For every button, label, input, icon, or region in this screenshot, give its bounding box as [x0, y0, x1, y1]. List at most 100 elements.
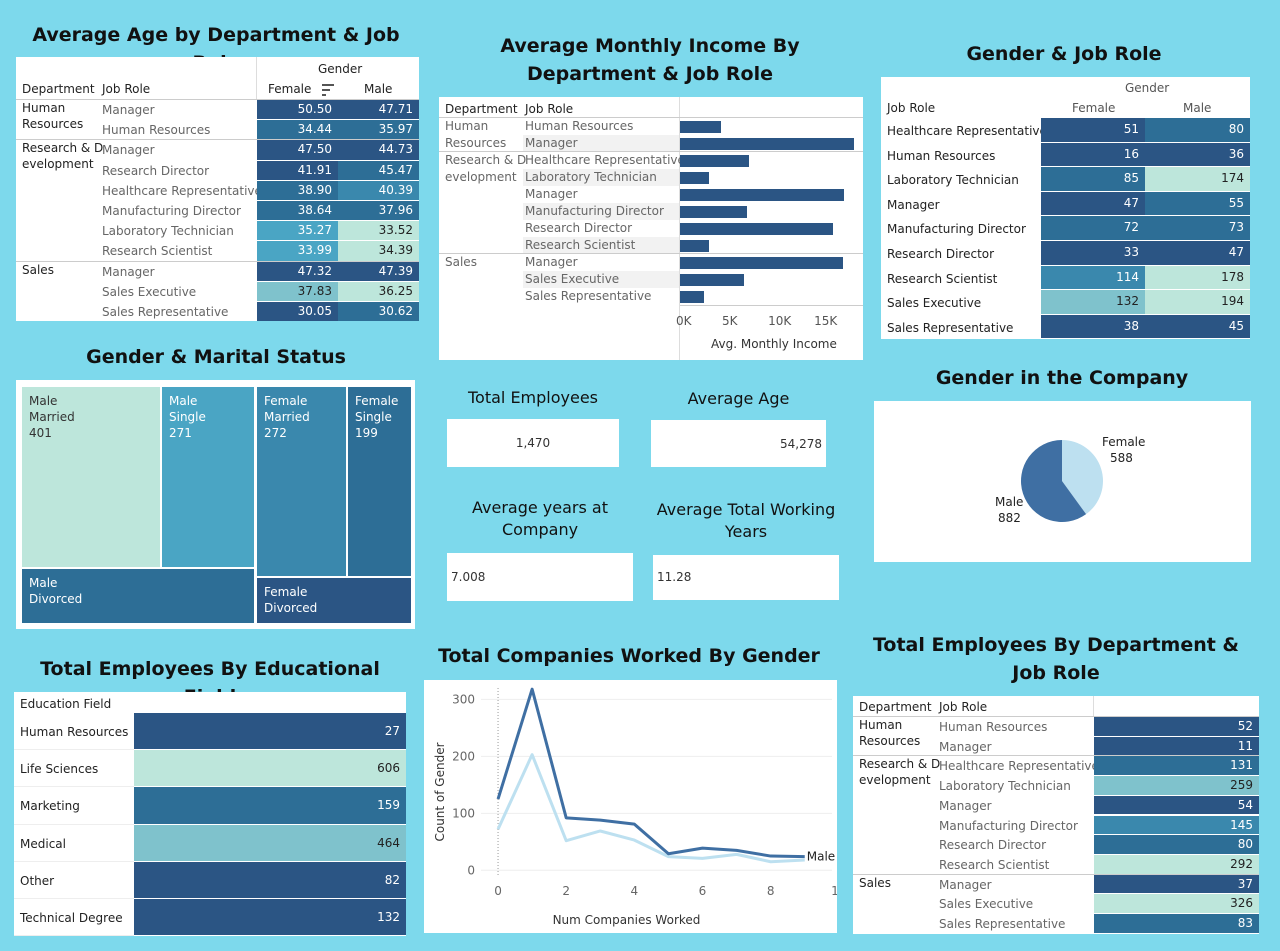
gr-jobrole-label: Manager — [887, 197, 940, 212]
gr-jobrole-label: Healthcare Representative — [887, 124, 1047, 138]
income-department-label: evelopment — [445, 170, 517, 184]
age-male-cell: 47.71 — [338, 100, 419, 120]
dt-header-divider — [1093, 696, 1094, 716]
dt-jobrole-label: Manager — [939, 877, 992, 892]
income-group-divider — [439, 253, 863, 254]
income-jobrole-label: Manager — [525, 136, 578, 150]
tile-status-label: Single — [355, 410, 392, 424]
gr-female-cell: 114 — [1041, 265, 1145, 290]
income-jobrole-label: Research Scientist — [525, 238, 636, 252]
income-group-divider — [439, 151, 863, 152]
age-male-cell: 34.39 — [338, 241, 419, 261]
kpi-avg-years-value: 7.008 — [447, 553, 633, 601]
age-male-cell: 44.73 — [338, 140, 419, 160]
dt-value-cell: 292 — [1094, 854, 1259, 874]
age-female-cell: 50.50 — [257, 100, 338, 120]
kpi-average-age-value: 54,278 — [651, 420, 826, 467]
gr-jobrole-header: Job Role — [887, 101, 936, 115]
dt-department-label: Human — [859, 718, 903, 732]
age-jobrole-label: Manager — [102, 103, 155, 117]
kpi-avg-working-value: 11.28 — [653, 555, 839, 600]
dt-jobrole-label: Sales Representative — [939, 917, 1066, 931]
age-jobrole-label: Research Director — [102, 163, 210, 178]
age-male-cell: 33.52 — [338, 221, 419, 241]
edu-value-cell: 606 — [134, 750, 406, 787]
age-female-header: Female — [268, 82, 312, 96]
income-bar — [680, 223, 833, 235]
edu-field-label: Human Resources — [20, 725, 129, 739]
income-jobrole-label: Manager — [525, 187, 578, 201]
income-bar — [680, 138, 854, 150]
tile-gender-label: Female — [264, 585, 308, 599]
age-female-cell: 41.91 — [257, 160, 338, 180]
dt-department-label: evelopment — [859, 773, 931, 788]
income-bar — [680, 206, 747, 218]
age-male-cell: 36.25 — [338, 281, 419, 301]
dt-value-cell: 131 — [1094, 756, 1259, 776]
dt-value-cell: 37 — [1094, 874, 1259, 894]
income-bar — [680, 291, 704, 303]
age-female-cell: 47.50 — [257, 140, 338, 160]
age-male-cell: 47.39 — [338, 261, 419, 281]
dt-value-cell: 11 — [1094, 736, 1259, 756]
dt-value-cell: 326 — [1094, 894, 1259, 913]
age-male-cell: 37.96 — [338, 201, 419, 221]
kpi-average-age-label: Average Age — [687, 389, 790, 408]
age-female-cell: 33.99 — [257, 241, 338, 261]
income-department-label: Research & D — [445, 153, 527, 167]
income-jobrole-label: Research Director — [525, 221, 633, 235]
dt-jobrole-label: Manager — [939, 739, 992, 754]
pie-title: Gender in the Company — [935, 367, 1189, 389]
edu-value-cell: 27 — [134, 713, 406, 750]
tile-count: 199 — [355, 426, 378, 440]
sort-icon[interactable] — [322, 84, 335, 96]
edu-row-divider — [14, 786, 134, 788]
series-line-0 — [496, 687, 805, 859]
age-female-cell: 37.83 — [257, 281, 338, 301]
age-department-label: Sales — [22, 262, 54, 277]
age-department-label: Human — [22, 101, 66, 115]
age-header-divider — [256, 57, 257, 99]
dt-department-label: Sales — [859, 875, 891, 890]
age-male-cell: 45.47 — [338, 160, 419, 180]
gr-female-cell: 38 — [1041, 314, 1145, 339]
age-female-cell: 30.05 — [257, 302, 338, 322]
age-department-label: evelopment — [22, 157, 94, 172]
pie-value-male: 882 — [998, 511, 1021, 525]
income-tick-label: 15K — [814, 314, 838, 328]
edu-field-label: Life Sciences — [20, 762, 99, 777]
gr-female-header: Female — [1072, 101, 1116, 115]
tile-gender-label: Male — [29, 576, 58, 590]
dt-value-cell: 145 — [1094, 815, 1259, 835]
y-tick-label: 200 — [452, 749, 475, 763]
tile-status-label: Single — [169, 410, 206, 424]
dt-jobrole-label: Manager — [939, 798, 992, 813]
x-tick-label: 6 — [699, 884, 707, 898]
tile-status-label: Married — [29, 410, 75, 424]
gr-female-cell: 72 — [1041, 216, 1145, 240]
edu-field-label: Medical — [20, 836, 66, 851]
income-bar — [680, 155, 749, 167]
gr-jobrole-label: Sales Executive — [887, 296, 982, 311]
pie-value-female: 588 — [1110, 451, 1133, 465]
y-tick-label: 100 — [452, 806, 475, 820]
gr-male-header: Male — [1183, 101, 1212, 115]
income-jobrole-label: Manager — [525, 255, 578, 269]
tile-status-label: Divorced — [264, 601, 318, 615]
age-gender-header: Gender — [318, 62, 363, 76]
income-jobrole-header: Job Role — [525, 102, 574, 116]
x-axis-label: Num Companies Worked — [553, 913, 701, 927]
gr-male-cell: 174 — [1145, 167, 1250, 191]
age-jobrole-label: Sales Executive — [102, 284, 197, 299]
dt-jobrole-label: Laboratory Technician — [939, 779, 1071, 794]
age-female-cell: 38.64 — [257, 201, 338, 221]
y-tick-label: 300 — [452, 692, 475, 706]
age-female-cell: 34.44 — [257, 120, 338, 140]
gr-jobrole-label: Sales Representative — [887, 320, 1014, 335]
dt-value-cell: 54 — [1094, 795, 1259, 815]
gr-male-cell: 36 — [1145, 142, 1250, 167]
edu-row-divider — [14, 898, 134, 899]
dt-jobrole-label: Sales Executive — [939, 897, 1034, 912]
gr-jobrole-label: Research Scientist — [887, 271, 998, 286]
gr-jobrole-label: Manufacturing Director — [887, 222, 1026, 237]
